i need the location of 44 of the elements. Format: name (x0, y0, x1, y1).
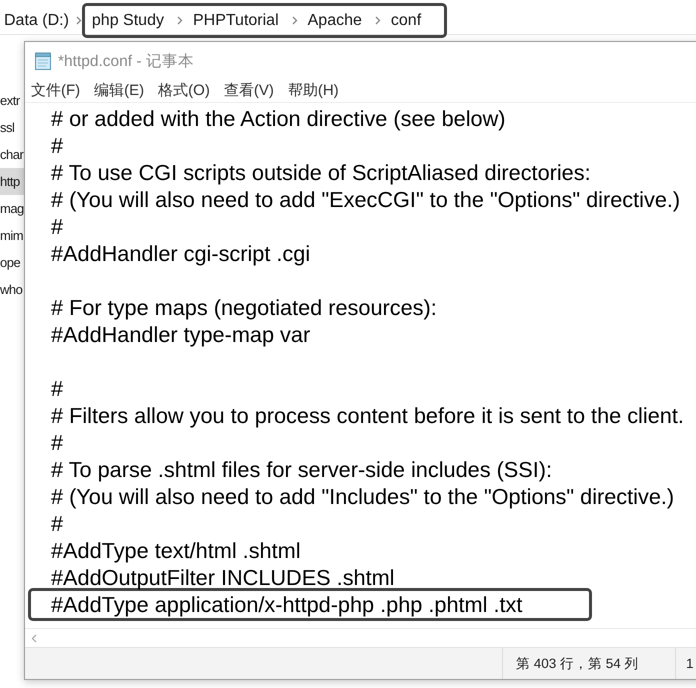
code-line: # (You will also need to add "ExecCGI" to the "Options" directive.) (50, 186, 682, 212)
breadcrumb-item[interactable]: PHPTutorial (192, 6, 279, 35)
code-line: # For type maps (negotiated resources): (50, 294, 438, 320)
file-item[interactable]: ope (0, 249, 24, 276)
status-cell: 1 (675, 648, 696, 679)
file-item[interactable]: http (0, 168, 24, 195)
menu-item[interactable]: 编辑(E) (94, 81, 144, 101)
file-item[interactable]: mim (0, 222, 24, 249)
menu-item[interactable]: 文件(F) (31, 81, 80, 101)
status-cell: 第 403 行，第 54 列 (502, 648, 675, 679)
menu-item[interactable]: 格式(O) (158, 81, 210, 101)
code-line: # Filters allow you to process content before it is sent to the client. (50, 402, 685, 428)
code-line: # To parse .shtml files for server-side includes (SSI): (50, 456, 554, 482)
code-line: # (50, 132, 64, 158)
code-line: # (50, 510, 64, 536)
file-item[interactable]: extr (0, 87, 24, 114)
code-line: # (50, 374, 64, 402)
code-line: # To use CGI scripts outside of ScriptAliased directories: (50, 158, 592, 186)
breadcrumb-item[interactable]: php Study (92, 6, 164, 35)
code-line: # (You will also need to add "Includes" to the "Options" directive.) (50, 482, 676, 510)
code-line: #AddHandler cgi-script .cgi (50, 240, 312, 266)
menu-item[interactable]: 查看(V) (224, 81, 274, 101)
file-item[interactable]: mag (0, 195, 24, 222)
file-item[interactable]: ssl (0, 114, 24, 141)
breadcrumb-item[interactable]: Data (D:) (4, 6, 69, 35)
file-item[interactable]: char (0, 141, 24, 168)
horizontal-scrollbar[interactable] (25, 628, 696, 648)
code-line: #AddType text/html .shtml (50, 536, 302, 564)
code-line: # (50, 212, 64, 240)
file-item[interactable]: who (0, 276, 24, 303)
menu-item[interactable]: 帮助(H) (288, 81, 339, 101)
breadcrumb-item[interactable]: Apache (308, 6, 362, 35)
chevron-icon[interactable] (176, 16, 183, 25)
chevron-icon[interactable] (374, 16, 381, 25)
code-line: # or added with the Action directive (see below) (50, 104, 506, 132)
chevron-icon[interactable] (292, 16, 298, 25)
breadcrumb-item[interactable]: conf (390, 6, 422, 35)
code-line: #AddType application/x-httpd-php .php .phtml .txt (51, 590, 524, 618)
code-line: #AddOutputFilter INCLUDES .shtml (50, 564, 396, 590)
notepad-icon (34, 52, 52, 70)
chevron-icon[interactable] (76, 16, 82, 25)
window-title: *httpd.conf - 记事本 (58, 52, 194, 72)
code-line: #AddHandler type-map var (50, 320, 312, 348)
code-line: # (50, 428, 64, 456)
